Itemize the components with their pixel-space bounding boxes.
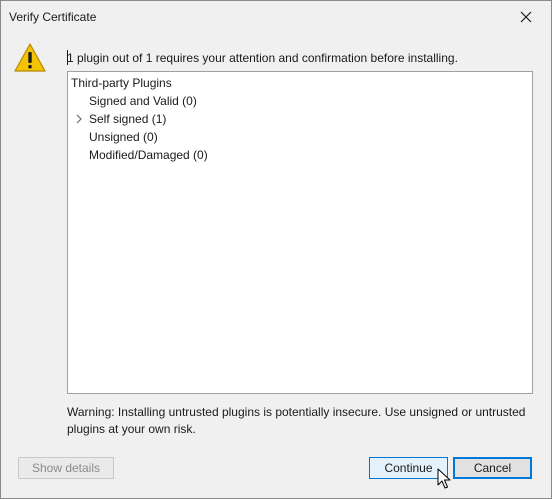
cancel-button[interactable]: Cancel bbox=[453, 457, 532, 479]
mouse-pointer-icon bbox=[437, 468, 451, 489]
tree-item-self-signed[interactable]: Self signed (1) bbox=[89, 110, 166, 128]
close-button[interactable] bbox=[505, 3, 547, 31]
tree-item-unsigned[interactable]: Unsigned (0) bbox=[89, 128, 158, 146]
tree-root-third-party-plugins[interactable]: Third-party Plugins bbox=[71, 74, 172, 92]
attention-message: 1 plugin out of 1 requires your attentio… bbox=[67, 51, 458, 65]
risk-warning: Warning: Installing untrusted plugins is… bbox=[67, 405, 526, 436]
chevron-right-icon[interactable] bbox=[74, 113, 84, 125]
show-details-button[interactable]: Show details bbox=[18, 457, 114, 479]
close-icon bbox=[520, 11, 532, 23]
window-title: Verify Certificate bbox=[9, 10, 97, 24]
plugin-tree[interactable]: Third-party Plugins Signed and Valid (0)… bbox=[67, 71, 533, 394]
verify-certificate-dialog: Verify Certificate 1 plugin out of 1 req… bbox=[0, 0, 552, 499]
tree-item-modified-damaged[interactable]: Modified/Damaged (0) bbox=[89, 146, 208, 164]
warning-icon bbox=[14, 43, 46, 72]
title-bar: Verify Certificate bbox=[1, 1, 551, 33]
tree-item-signed-and-valid[interactable]: Signed and Valid (0) bbox=[89, 92, 197, 110]
